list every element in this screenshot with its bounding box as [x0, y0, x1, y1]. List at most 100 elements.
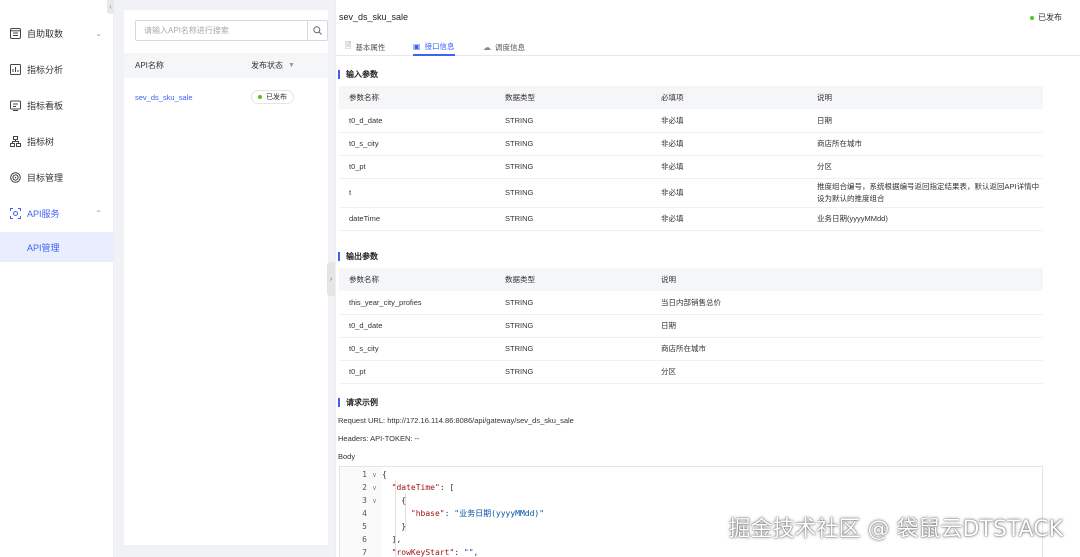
param-type: STRING — [495, 155, 651, 179]
search-button[interactable] — [307, 21, 327, 40]
param-description: 当日内部销售总价 — [651, 291, 1043, 315]
param-name: t — [339, 178, 495, 208]
sidebar-item-label: 指标看板 — [27, 100, 64, 111]
api-detail-drawer: sev_ds_sku_sale 已发布 🗎 基本属性 ▣ 接口信息 ☁ 调度信息… — [335, 0, 1080, 557]
code-line: 7 "rowKeyStart": "", — [362, 548, 479, 557]
column-header: 参数名称 — [339, 86, 495, 109]
sidebar-item-label: 目标管理 — [27, 172, 64, 183]
tab-basic-properties[interactable]: 🗎 基本属性 — [345, 38, 385, 56]
sidebar-collapse-toggle[interactable]: ‹ — [107, 0, 114, 14]
request-headers: Headers: API-TOKEN: -- — [338, 434, 420, 443]
param-required: 非必填 — [651, 178, 807, 208]
column-header-status: 发布状态 — [251, 61, 283, 70]
param-name: t0_s_city — [339, 132, 495, 156]
table-row: t0_d_date STRING 日期 — [339, 314, 1043, 338]
drawer-collapse-handle[interactable]: › — [327, 262, 335, 296]
status-badge: 已发布 — [251, 90, 294, 104]
search-input[interactable] — [136, 26, 306, 35]
api-name-link[interactable]: sev_ds_sku_sale — [135, 93, 193, 102]
param-name: t0_pt — [339, 155, 495, 179]
dashboard-icon — [9, 99, 21, 111]
param-type: STRING — [495, 360, 651, 384]
interface-icon: ▣ — [413, 41, 421, 51]
search-box — [135, 20, 328, 41]
code-line: 2 ∨ "dateTime": [ — [362, 483, 455, 492]
param-type: STRING — [495, 109, 651, 133]
sidebar-item-label: API服务 — [27, 208, 60, 219]
cloud-icon: ☁ — [483, 42, 491, 52]
filter-icon[interactable]: ▼ — [288, 62, 295, 69]
param-description: 日期 — [807, 109, 1043, 133]
status-dot-icon — [1030, 15, 1034, 20]
status-dot-icon — [258, 95, 262, 99]
table-row: dateTime STRING 非必填 业务日期(yyyyMMdd) — [339, 207, 1043, 231]
param-name: this_year_city_profies — [339, 291, 495, 315]
table-header-row: 参数名称 数据类型 必填项 说明 — [339, 86, 1043, 109]
sidebar-item-label: 自助取数 — [27, 28, 64, 39]
target-icon — [9, 171, 21, 183]
table-row: t0_s_city STRING 商店所在城市 — [339, 337, 1043, 361]
param-description: 商店所在城市 — [651, 337, 1043, 361]
tab-label: 接口信息 — [424, 41, 455, 51]
chevron-up-icon: ⌃ — [95, 208, 102, 218]
page-title: sev_ds_sku_sale — [339, 12, 409, 22]
param-type: STRING — [495, 291, 651, 315]
api-icon — [9, 207, 21, 219]
table-row: t0_s_city STRING 非必填 商店所在城市 — [339, 132, 1043, 156]
sidebar-item-goal-management[interactable]: 目标管理 — [0, 159, 114, 195]
column-header: 参数名称 — [339, 268, 495, 291]
column-header: 说明 — [807, 86, 1043, 109]
body-label: Body — [338, 452, 356, 461]
param-description: 业务日期(yyyyMMdd) — [807, 207, 1043, 231]
table-row[interactable]: sev_ds_sku_sale 已发布 — [124, 84, 328, 110]
chevron-down-icon: ⌄ — [95, 28, 102, 38]
sidebar-item-api-service[interactable]: API服务 ⌃ — [0, 195, 114, 231]
column-header: 必填项 — [651, 86, 807, 109]
column-header: 数据类型 — [495, 86, 651, 109]
column-header-name: API名称 — [135, 61, 164, 70]
sidebar-item-metric-tree[interactable]: 指标树 — [0, 123, 114, 159]
bar-chart-icon — [9, 63, 21, 75]
code-line: 1 ∨ { — [362, 470, 387, 479]
param-description: 分区 — [807, 155, 1043, 179]
sidebar-subitem-api-management[interactable]: API管理 — [0, 232, 114, 262]
output-params-table: 参数名称 数据类型 说明 this_year_city_profies STRI… — [339, 268, 1043, 384]
sidebar-subitem-label: API管理 — [27, 242, 60, 253]
status-text: 已发布 — [1038, 13, 1062, 22]
sidebar-item-self-service[interactable]: 自助取数 ⌄ — [0, 15, 114, 51]
code-line: 3 ∨ { — [362, 496, 407, 505]
document-icon: 🗎 — [345, 41, 352, 50]
param-type: STRING — [495, 314, 651, 338]
column-header: 说明 — [651, 268, 1043, 291]
param-name: t0_d_date — [339, 314, 495, 338]
table-header-row: 参数名称 数据类型 说明 — [339, 268, 1043, 291]
sidebar-item-metric-board[interactable]: 指标看板 — [0, 87, 114, 123]
sidebar-item-metric-analysis[interactable]: 指标分析 — [0, 51, 114, 87]
api-list-panel: API名称 发布状态 ▼ sev_ds_sku_sale 已发布 — [124, 10, 328, 545]
request-url: Request URL: http://172.16.114.86:8086/a… — [338, 416, 574, 425]
tab-label: 调度信息 — [495, 42, 525, 52]
param-description: 推度组合编号，系统根据编号返回指定结果表，默认返回API详情中设为默认的推度组合 — [807, 178, 1043, 208]
sidebar-item-label: 指标树 — [27, 136, 55, 147]
detail-tabs: 🗎 基本属性 ▣ 接口信息 ☁ 调度信息 — [336, 36, 1080, 56]
grid-icon — [9, 27, 21, 39]
param-type: STRING — [495, 132, 651, 156]
param-description: 商店所在城市 — [807, 132, 1043, 156]
table-row: t0_d_date STRING 非必填 日期 — [339, 109, 1043, 133]
table-row: this_year_city_profies STRING 当日内部销售总价 — [339, 291, 1043, 315]
param-name: dateTime — [339, 207, 495, 231]
tab-schedule-info[interactable]: ☁ 调度信息 — [483, 38, 525, 56]
param-required: 非必填 — [651, 155, 807, 179]
param-name: t0_pt — [339, 360, 495, 384]
tab-interface-info[interactable]: ▣ 接口信息 — [413, 38, 455, 56]
table-row: t STRING 非必填 推度组合编号，系统根据编号返回指定结果表，默认返回AP… — [339, 178, 1043, 208]
param-description: 日期 — [651, 314, 1043, 338]
search-icon — [313, 26, 322, 35]
param-type: STRING — [495, 337, 651, 361]
param-description: 分区 — [651, 360, 1043, 384]
tree-icon — [9, 135, 21, 147]
table-row: t0_pt STRING 分区 — [339, 360, 1043, 384]
api-table-header: API名称 发布状态 ▼ — [124, 53, 328, 78]
input-params-table: 参数名称 数据类型 必填项 说明 t0_d_date STRING 非必填 日期… — [339, 86, 1043, 231]
request-example-heading: 请求示例 — [338, 397, 378, 408]
